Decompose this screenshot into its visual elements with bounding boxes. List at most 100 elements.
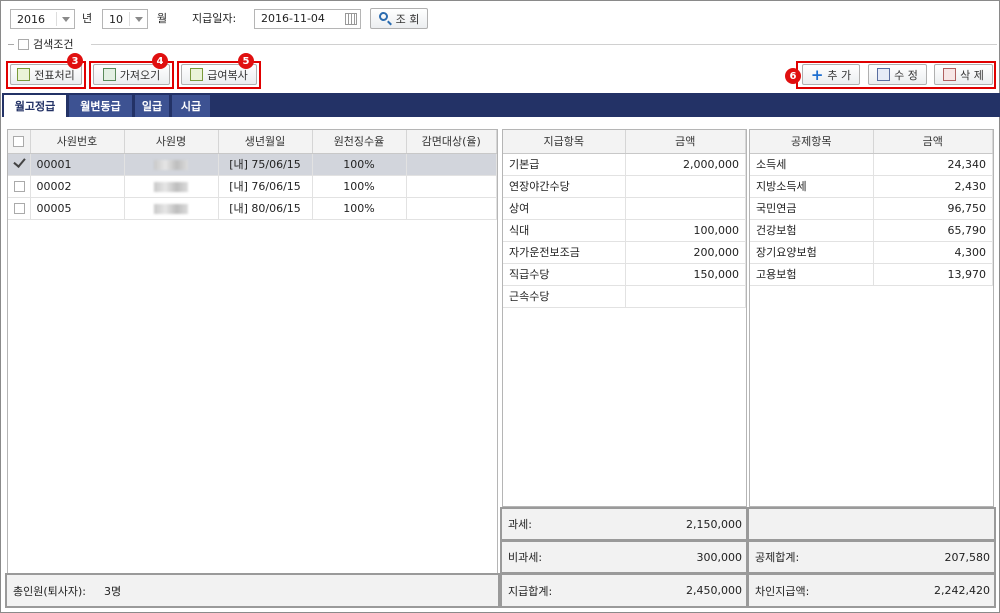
table-row[interactable]: 00002 [내] 76/06/15 100% [8, 175, 497, 198]
chart-copy-icon [190, 68, 204, 81]
pay-date-input[interactable]: 2016-11-04 [254, 9, 361, 29]
col-employee-id[interactable]: 사원번호 [30, 130, 125, 154]
taxable-value: 2,150,000 [686, 517, 742, 531]
redacted-name [154, 181, 188, 192]
deduction-amount[interactable]: 65,790 [873, 219, 993, 242]
row-checkbox-cell[interactable] [8, 175, 31, 198]
trash-icon [943, 68, 957, 81]
employee-total-bar: 총인원(퇴사자): 3명 [5, 573, 500, 608]
pencil-icon [877, 68, 891, 81]
deduction-item: 장기요양보험 [750, 241, 874, 264]
col-employee-name[interactable]: 사원명 [124, 130, 219, 154]
total-employees-label: 총인원(퇴사자): [13, 584, 87, 598]
calendar-icon[interactable] [345, 13, 357, 25]
chart-edit-icon [17, 68, 31, 81]
table-row[interactable]: 00005 [내] 80/06/15 100% [8, 197, 497, 220]
reduction-target [406, 153, 497, 176]
payment-grid: 지급항목 금액 기본급 2,000,000 연장야간수당 상여 식대 100,000 자가운… [502, 129, 747, 507]
pay-date-label: 지급일자: [192, 12, 237, 25]
deduction-amount[interactable]: 4,300 [873, 241, 993, 264]
tab-hourly[interactable]: 시급 [172, 95, 210, 117]
table-row[interactable]: 연장야간수당 [503, 175, 746, 198]
deduction-item: 국민연금 [750, 197, 874, 220]
year-select[interactable]: 2016 [10, 9, 75, 29]
condition-label: 검색조건 [33, 38, 74, 51]
table-row[interactable]: 근속수당 [503, 285, 746, 308]
payment-item: 자가운전보조금 [503, 241, 626, 264]
deduction-grid: 공제항목 금액 소득세 24,340 지방소득세 2,430 국민연금 96,750 건강보… [749, 129, 994, 507]
deduction-amount[interactable]: 24,340 [873, 153, 993, 176]
nontaxable-label: 비과세: [508, 551, 543, 564]
check-icon[interactable] [14, 157, 25, 168]
edit-button[interactable]: 수 정 [868, 64, 927, 85]
table-row[interactable]: 자가운전보조금 200,000 [503, 241, 746, 264]
withholding-rate: 100% [312, 153, 407, 176]
payment-amount[interactable] [625, 175, 746, 198]
tab-monthly-variable[interactable]: 월변동급 [69, 95, 132, 117]
row-checkbox-cell[interactable] [8, 197, 31, 220]
deduction-amount[interactable]: 2,430 [873, 175, 993, 198]
deduction-total-value: 207,580 [944, 550, 991, 564]
payment-amount[interactable]: 100,000 [625, 219, 746, 242]
row-checkbox[interactable] [14, 203, 25, 214]
condition-checkbox[interactable] [18, 38, 29, 50]
tab-monthly-fixed[interactable]: 월고정급 [4, 95, 66, 117]
select-all-checkbox[interactable] [13, 136, 25, 148]
table-row[interactable]: 장기요양보험 4,300 [750, 241, 993, 264]
callout-badge-6: 6 [785, 68, 801, 84]
col-reduction-target[interactable]: 감면대상(율) [406, 130, 497, 154]
col-deduction-item[interactable]: 공제항목 [750, 130, 874, 154]
row-checkbox[interactable] [14, 181, 25, 192]
birthdate: [내] 76/06/15 [218, 175, 313, 198]
payroll-window: 2016 년 10 월 지급일자: 2016-11-04 조 회 검색조건 전표… [0, 0, 1000, 613]
col-withholding-rate[interactable]: 원천징수율 [312, 130, 407, 154]
payment-total-value: 2,450,000 [686, 584, 742, 597]
tab-daily[interactable]: 일급 [135, 95, 169, 117]
table-row[interactable]: 국민연금 96,750 [750, 197, 993, 220]
table-row[interactable]: 직급수당 150,000 [503, 263, 746, 286]
deduction-item: 고용보험 [750, 263, 874, 286]
payment-amount[interactable] [625, 197, 746, 220]
col-deduction-amount[interactable]: 금액 [873, 130, 993, 154]
year-suffix: 년 [82, 12, 93, 25]
search-button[interactable]: 조 회 [370, 8, 428, 29]
employee-header-row: 사원번호 사원명 생년월일 원천징수율 감면대상(율) [8, 130, 497, 154]
row-checkbox-cell[interactable] [8, 153, 31, 176]
table-row[interactable]: 기본급 2,000,000 [503, 153, 746, 176]
deduction-item: 건강보험 [750, 219, 874, 242]
search-button-label: 조 회 [395, 12, 420, 26]
employee-id: 00001 [30, 153, 125, 176]
table-row[interactable]: 식대 100,000 [503, 219, 746, 242]
payment-total-label: 지급합계: [508, 584, 553, 598]
table-row[interactable]: 소득세 24,340 [750, 153, 993, 176]
table-row[interactable]: 상여 [503, 197, 746, 220]
delete-button-label: 삭 제 [960, 68, 984, 82]
deduction-amount[interactable]: 13,970 [873, 263, 993, 286]
payment-amount[interactable]: 2,000,000 [625, 153, 746, 176]
table-row[interactable]: 고용보험 13,970 [750, 263, 993, 286]
month-select[interactable]: 10 [102, 9, 148, 29]
table-row[interactable]: 00001 [내] 75/06/15 100% [8, 153, 497, 176]
col-payment-amount[interactable]: 금액 [625, 130, 746, 154]
chevron-down-icon [62, 17, 70, 22]
table-row[interactable]: 지방소득세 2,430 [750, 175, 993, 198]
select-all-cell[interactable] [8, 130, 31, 154]
net-pay-value: 2,242,420 [934, 584, 990, 597]
col-birthdate[interactable]: 생년월일 [218, 130, 313, 154]
deduction-total: 공제합계: 207,580 [747, 540, 996, 574]
delete-button[interactable]: 삭 제 [934, 64, 993, 85]
deduction-amount[interactable]: 96,750 [873, 197, 993, 220]
callout-badge-3: 3 [67, 53, 83, 69]
payment-amount[interactable]: 150,000 [625, 263, 746, 286]
table-row[interactable]: 건강보험 65,790 [750, 219, 993, 242]
search-condition-toggle[interactable]: 검색조건 [8, 36, 73, 52]
employee-name [124, 153, 219, 176]
col-payment-item[interactable]: 지급항목 [503, 130, 626, 154]
nontaxable-value: 300,000 [696, 550, 743, 564]
payment-amount[interactable] [625, 285, 746, 308]
payment-item: 직급수당 [503, 263, 626, 286]
add-button[interactable]: + 추 가 [802, 64, 860, 85]
copy-pay-button-label: 급여복사 [207, 68, 248, 82]
employee-name [124, 197, 219, 220]
payment-amount[interactable]: 200,000 [625, 241, 746, 264]
